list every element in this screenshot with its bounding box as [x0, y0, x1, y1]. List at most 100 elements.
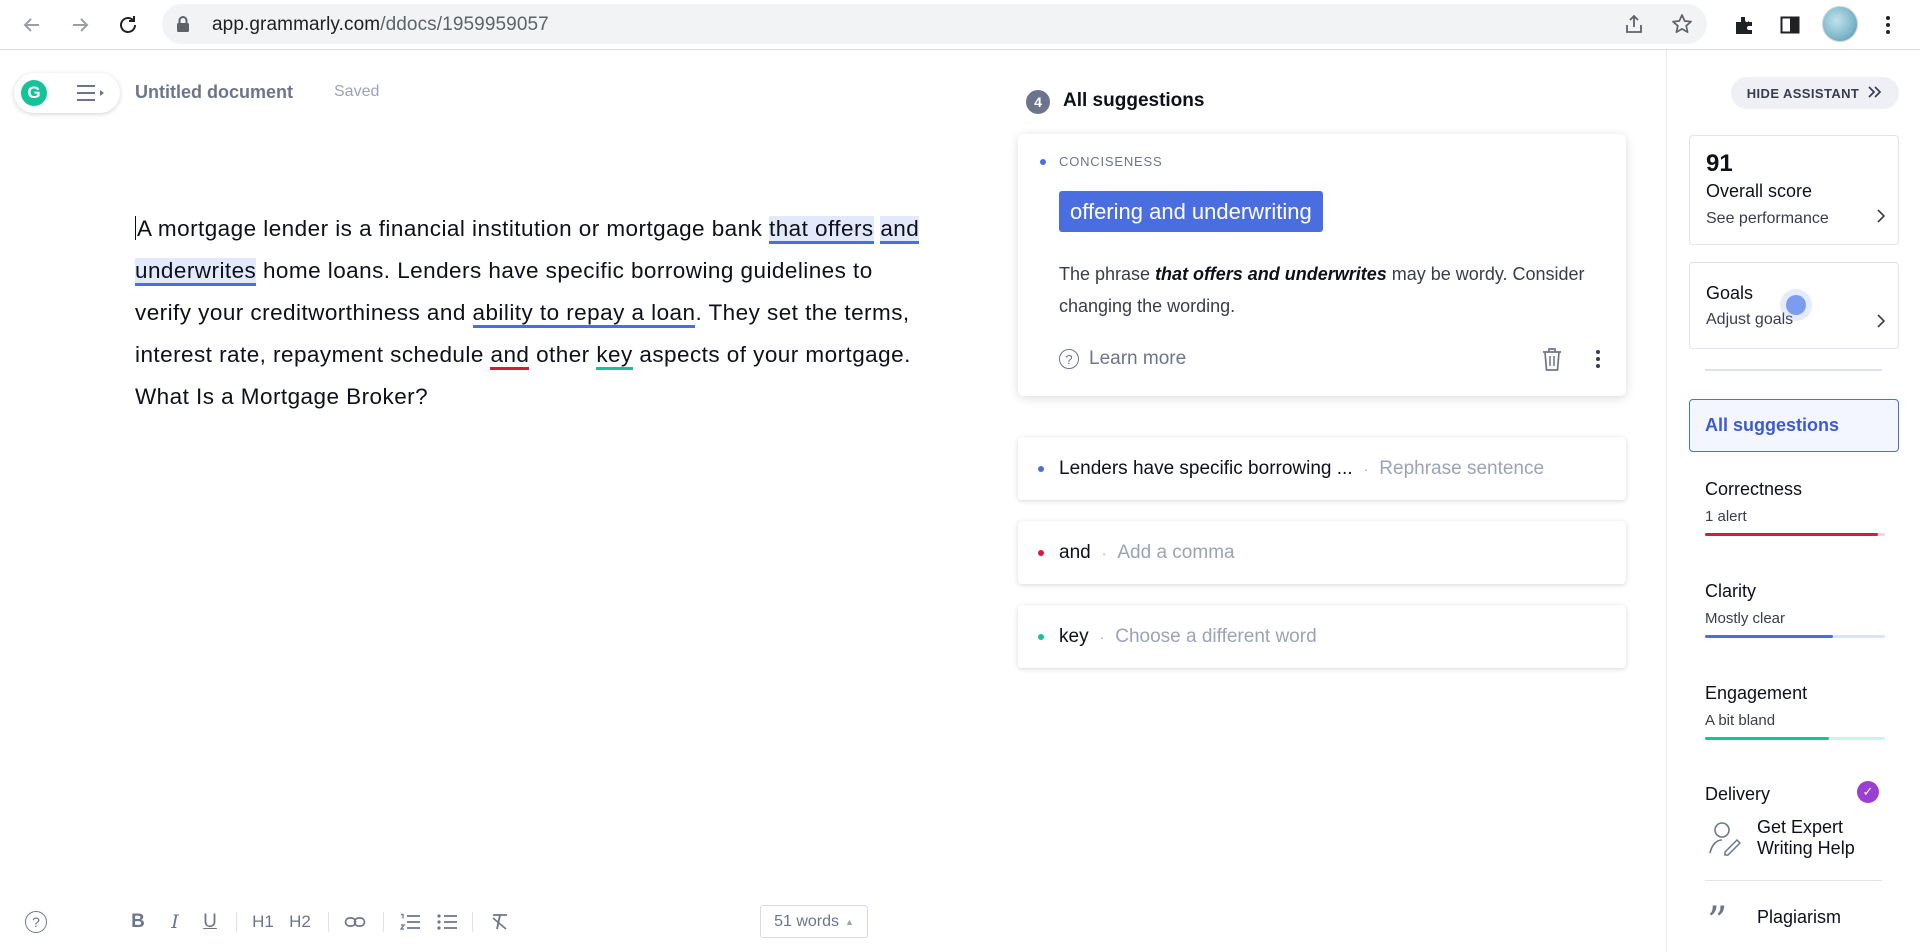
- toolbar-divider: [328, 912, 329, 932]
- expert-writer-icon: [1707, 819, 1742, 862]
- underline-button[interactable]: U: [200, 910, 220, 934]
- clear-formatting-icon[interactable]: [487, 910, 513, 934]
- back-icon[interactable]: [16, 9, 48, 41]
- suggestion-action: Choose a different word: [1115, 625, 1317, 647]
- chevron-right-icon: [1876, 208, 1886, 229]
- bullet-list-icon[interactable]: [434, 910, 460, 934]
- conciseness-highlight[interactable]: that offers: [769, 216, 874, 244]
- category-name: Correctness: [1705, 479, 1803, 499]
- url-text[interactable]: app.grammarly.com/ddocs/1959959057: [212, 14, 549, 36]
- overall-score-card[interactable]: 91 Overall score See performance: [1689, 135, 1899, 245]
- correctness-underline[interactable]: and: [490, 342, 530, 370]
- bold-button[interactable]: B: [128, 910, 148, 934]
- suggestion-card[interactable]: and · Add a comma: [1018, 521, 1626, 584]
- dismiss-trash-icon[interactable]: [1540, 346, 1564, 372]
- grammarly-menu-pill[interactable]: G: [14, 73, 120, 113]
- extensions-icon[interactable]: [1728, 9, 1760, 41]
- category-clarity[interactable]: Clarity Mostly clear: [1705, 581, 1885, 638]
- browser-toolbar: app.grammarly.com/ddocs/1959959057: [0, 0, 1920, 50]
- document-title[interactable]: Untitled document: [135, 82, 293, 103]
- suggestions-header: All suggestions: [1063, 90, 1205, 111]
- document-text[interactable]: A mortgage lender is a financial institu…: [135, 208, 925, 418]
- all-suggestions-tab[interactable]: All suggestions: [1689, 399, 1899, 452]
- overall-score-label: Overall score: [1706, 181, 1813, 201]
- help-icon[interactable]: ?: [25, 911, 47, 933]
- learn-more-link[interactable]: ? Learn more: [1059, 348, 1186, 370]
- more-options-icon[interactable]: [1595, 348, 1605, 372]
- category-engagement[interactable]: Engagement A bit bland: [1705, 683, 1885, 740]
- goals-pulse-indicator: [1786, 295, 1806, 315]
- suggestion-action: Add a comma: [1117, 541, 1235, 563]
- word-count-button[interactable]: 51 words ▲: [760, 905, 868, 938]
- profile-avatar[interactable]: [1822, 6, 1858, 42]
- suggestion-word: Lenders have specific borrowing ...: [1059, 457, 1353, 479]
- category-dot: [1038, 465, 1044, 472]
- lock-icon[interactable]: [176, 15, 190, 38]
- bookmark-star-icon[interactable]: [1670, 12, 1694, 36]
- share-icon[interactable]: [1622, 12, 1646, 36]
- adjust-goals-link[interactable]: Adjust goals: [1706, 311, 1793, 329]
- accept-replacement-button[interactable]: offering and underwriting: [1059, 191, 1323, 232]
- active-suggestion-card[interactable]: CONCISENESS offering and underwriting Th…: [1018, 134, 1626, 396]
- suggestion-action: Rephrase sentence: [1379, 457, 1545, 479]
- goals-card[interactable]: Goals Adjust goals: [1689, 262, 1899, 349]
- suggestion-word: key: [1059, 625, 1089, 647]
- hide-assistant-button[interactable]: HIDE ASSISTANT: [1731, 77, 1899, 109]
- category-progress-fill: [1705, 737, 1830, 740]
- category-progress-fill: [1705, 533, 1878, 536]
- reload-icon[interactable]: [112, 9, 144, 41]
- category-status: A bit bland: [1705, 712, 1776, 729]
- see-performance-link[interactable]: See performance: [1706, 210, 1829, 228]
- address-bar[interactable]: app.grammarly.com/ddocs/1959959057: [162, 4, 1707, 44]
- category-progress-bar: [1705, 533, 1885, 536]
- side-panel-icon[interactable]: [1774, 9, 1806, 41]
- toolbar-divider: [236, 912, 237, 932]
- caret-up-icon: ▲: [845, 916, 854, 927]
- goals-title: Goals: [1706, 283, 1754, 303]
- plagiarism-label: Plagiarism: [1757, 907, 1842, 927]
- suggestion-count-badge: 4: [1026, 90, 1050, 114]
- engagement-underline[interactable]: key: [596, 342, 633, 370]
- question-icon: ?: [1059, 349, 1079, 369]
- panel-divider: [1705, 880, 1882, 881]
- category-correctness[interactable]: Correctness 1 alert: [1705, 479, 1885, 536]
- suggestion-card[interactable]: Lenders have specific borrowing ... · Re…: [1018, 437, 1626, 500]
- double-chevron-right-icon: [1867, 85, 1883, 102]
- separator-dot: ·: [1101, 544, 1107, 561]
- italic-button[interactable]: I: [165, 910, 185, 934]
- separator-dot: ·: [1099, 628, 1105, 645]
- overall-score-value: 91: [1706, 150, 1733, 177]
- word-count-label: 51 words: [774, 912, 839, 930]
- plagiarism-button[interactable]: ” Plagiarism: [1705, 902, 1885, 942]
- category-name: Engagement: [1705, 683, 1808, 703]
- toolbar-divider: [472, 912, 473, 932]
- category-dot: [1038, 549, 1044, 556]
- link-icon[interactable]: [342, 910, 368, 934]
- clarity-underline[interactable]: ability to repay a loan: [472, 300, 696, 328]
- category-dot: [1040, 159, 1046, 165]
- numbered-list-icon[interactable]: [397, 910, 423, 934]
- heading2-button[interactable]: H2: [287, 910, 313, 934]
- panel-divider: [1705, 369, 1882, 371]
- heading1-button[interactable]: H1: [250, 910, 276, 934]
- text-segment: A mortgage lender is a financial institu…: [137, 216, 769, 241]
- forward-icon[interactable]: [64, 9, 96, 41]
- grammarly-logo-icon[interactable]: G: [21, 80, 47, 106]
- category-status: Mostly clear: [1705, 610, 1786, 627]
- suggestion-card[interactable]: key · Choose a different word: [1018, 605, 1626, 668]
- document-menu-icon[interactable]: [75, 84, 109, 102]
- expert-help-label: Get Expert Writing Help: [1757, 817, 1855, 858]
- category-dot: [1038, 633, 1044, 640]
- chrome-menu-icon[interactable]: [1872, 9, 1904, 41]
- category-progress-bar: [1705, 737, 1885, 740]
- text-segment: other: [529, 342, 597, 367]
- toolbar-divider: [383, 912, 384, 932]
- suggestion-explanation: The phrase that offers and underwrites m…: [1059, 264, 1585, 316]
- category-name: Clarity: [1705, 581, 1757, 601]
- category-progress-bar: [1705, 635, 1885, 638]
- suggestion-category: CONCISENESS: [1059, 154, 1163, 169]
- quote-icon: ”: [1707, 899, 1728, 945]
- suggestion-word: and: [1059, 541, 1091, 563]
- expert-help-button[interactable]: Get Expert Writing Help: [1705, 817, 1885, 867]
- save-status: Saved: [334, 83, 380, 100]
